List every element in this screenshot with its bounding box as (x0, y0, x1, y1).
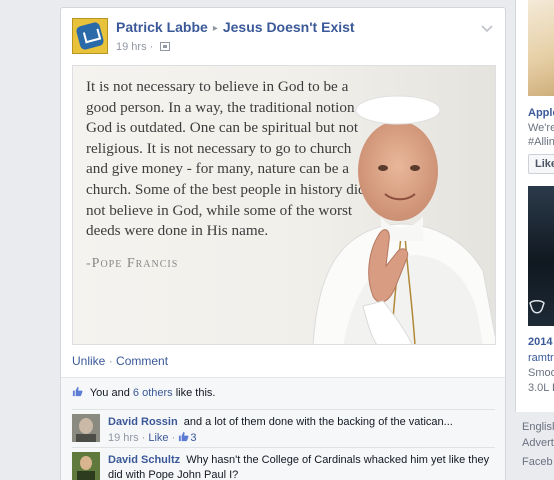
post-header: Patrick Labbe ▸ Jesus Doesn't Exist 19 hrs… (72, 18, 495, 58)
comment-author-link[interactable]: David Schultz (108, 454, 180, 466)
ad-image[interactable] (528, 0, 554, 96)
ad-like-button[interactable]: Like (528, 154, 554, 174)
group-name-link[interactable]: Jesus Doesn't Exist (223, 19, 355, 35)
comment-like-count-icon (179, 431, 189, 442)
quote-author: -Pope Francis (86, 256, 179, 271)
likes-suffix: like this. (175, 387, 216, 399)
commenter-avatar[interactable] (72, 414, 100, 442)
comment-meta-dot: · (171, 432, 176, 444)
comment-like-link[interactable]: Like (148, 432, 168, 444)
ad-text: 3.0L E (528, 382, 554, 394)
comment-text: and a lot of them done with the backing … (183, 416, 453, 428)
feedback-section: You and 6 others like this. David Rossin… (61, 377, 505, 480)
news-feed-post: Patrick Labbe ▸ Jesus Doesn't Exist 19 hrs… (60, 7, 506, 480)
comment-item: David Rossin and a lot of them done with… (72, 409, 495, 447)
comment-author-link[interactable]: David Rossin (108, 416, 178, 428)
ad-link[interactable]: ramtr (528, 352, 554, 364)
post-photo[interactable]: It is not necessary to believe in God to… (72, 65, 496, 345)
post-actions: Unlike · Comment (72, 354, 168, 368)
ad-title-link[interactable]: 2014 (528, 336, 552, 348)
ad-text: We're (528, 122, 554, 134)
sponsored-ads: Apple We're #Allin Like 2014 ramtr Smoo … (515, 0, 554, 412)
pope-figure-illustration (312, 95, 495, 344)
comment-link[interactable]: Comment (116, 354, 168, 368)
likes-prefix: You and (89, 387, 130, 399)
likes-others-link[interactable]: 6 others (133, 387, 173, 399)
comment-meta: 19 hrs · Like · 3 (108, 431, 495, 446)
right-sidebar: Apple We're #Allin Like 2014 ramtr Smoo … (515, 0, 554, 480)
post-meta: 19 hrs · (116, 41, 171, 53)
thumbs-up-icon (72, 386, 83, 397)
action-separator: · (108, 354, 113, 368)
ad-hashtag[interactable]: #Allin (528, 136, 554, 148)
commenter-avatar[interactable] (72, 452, 100, 480)
chevron-down-icon[interactable] (481, 22, 493, 36)
ram-logo-icon (528, 300, 546, 316)
separator-dot: · (149, 41, 154, 53)
comment-meta-dot: · (141, 432, 146, 444)
footer-advertising-link[interactable]: Advert (522, 437, 554, 449)
comment-item: David Schultz Why hasn't the College of … (72, 447, 495, 480)
profile-avatar[interactable] (72, 18, 108, 54)
likes-summary: You and 6 others like this. (72, 386, 495, 399)
comment-like-count[interactable]: 3 (190, 432, 196, 444)
unlike-link[interactable]: Unlike (72, 354, 105, 368)
ad-title-link[interactable]: Apple (528, 107, 554, 119)
footer-facebook-copyright: Faceb (522, 456, 553, 468)
post-timestamp[interactable]: 19 hrs (116, 41, 147, 53)
comment-timestamp[interactable]: 19 hrs (108, 432, 139, 444)
caret-right-icon: ▸ (212, 23, 218, 34)
post-title-line: Patrick Labbe ▸ Jesus Doesn't Exist (116, 19, 355, 35)
audience-icon[interactable] (160, 42, 171, 51)
ad-text: Smoo (528, 367, 554, 379)
author-name-link[interactable]: Patrick Labbe (116, 19, 208, 35)
footer-language-link[interactable]: English (522, 421, 554, 433)
